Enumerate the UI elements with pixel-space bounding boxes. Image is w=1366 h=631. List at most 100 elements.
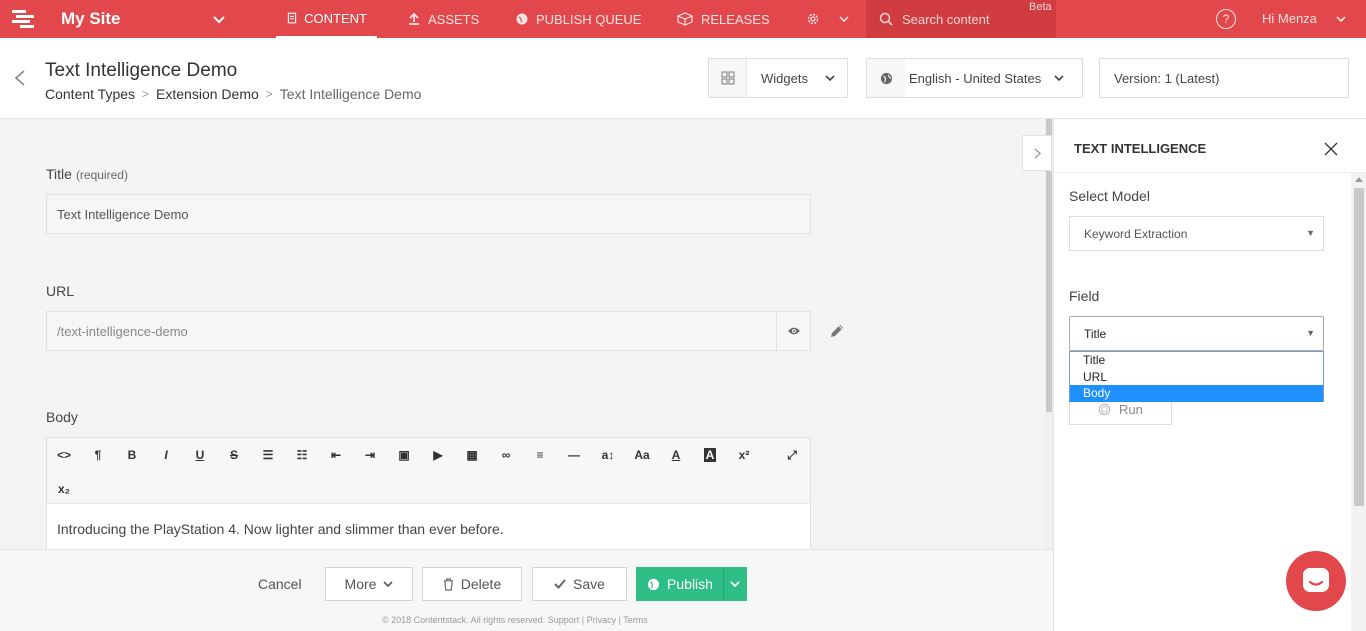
entry-form: Title (required) Text Intelligence Demo U… xyxy=(0,119,1045,549)
background-color-icon[interactable]: A xyxy=(697,444,723,466)
cancel-button[interactable]: Cancel xyxy=(258,576,302,592)
image-icon[interactable]: ▣ xyxy=(391,444,417,466)
superscript-icon[interactable]: x² xyxy=(731,444,757,466)
document-icon xyxy=(287,12,297,24)
delete-label: Delete xyxy=(460,576,502,592)
panel-scrollbar[interactable] xyxy=(1351,173,1366,631)
breadcrumb-separator: > xyxy=(265,87,273,101)
delete-button[interactable]: Delete xyxy=(422,567,522,601)
title-input[interactable]: Text Intelligence Demo xyxy=(46,194,811,234)
search-input[interactable]: Search content xyxy=(866,0,1056,38)
url-field-label: URL xyxy=(46,283,75,299)
bullet-list-icon[interactable]: ☰ xyxy=(255,444,281,466)
widgets-dropdown[interactable]: Widgets xyxy=(708,58,848,98)
strikethrough-icon[interactable]: S xyxy=(221,444,247,466)
align-icon[interactable]: ≡ xyxy=(527,444,553,466)
pencil-icon[interactable] xyxy=(828,322,846,340)
option-title[interactable]: Title xyxy=(1070,352,1323,369)
code-view-icon[interactable]: <> xyxy=(51,444,77,466)
nav-releases[interactable]: RELEASES xyxy=(676,0,770,38)
body-field-label: Body xyxy=(46,409,78,425)
panel-title: TEXT INTELLIGENCE xyxy=(1074,141,1207,156)
bold-icon[interactable]: B xyxy=(119,444,145,466)
version-selector[interactable]: Version: 1 (Latest) xyxy=(1099,58,1349,98)
numbered-list-icon[interactable]: ☷ xyxy=(289,444,315,466)
model-select[interactable]: Keyword Extraction ▼ xyxy=(1069,216,1324,251)
outdent-icon[interactable]: ⇤ xyxy=(323,444,349,466)
site-name[interactable]: My Site xyxy=(61,9,121,29)
breadcrumb-extension-demo[interactable]: Extension Demo xyxy=(156,86,259,102)
footer-actions: Cancel More Delete Save Publish © 2018 C… xyxy=(0,549,1053,631)
font-size-icon[interactable]: Aa xyxy=(629,444,655,466)
font-color-icon[interactable]: A xyxy=(663,444,689,466)
help-icon[interactable]: ? xyxy=(1216,9,1236,29)
nav-assets[interactable]: ASSETS xyxy=(407,0,479,38)
main-scrollbar[interactable] xyxy=(1045,119,1053,549)
rte-body[interactable]: Introducing the PlayStation 4. Now light… xyxy=(47,504,810,549)
settings-menu[interactable] xyxy=(806,0,851,38)
close-icon[interactable] xyxy=(1323,141,1339,157)
chevron-down-icon xyxy=(730,581,740,588)
more-button[interactable]: More xyxy=(325,567,413,601)
entry-header: Text Intelligence Demo Content Types > E… xyxy=(0,38,1366,119)
field-options-list: Title URL Body xyxy=(1069,351,1324,402)
scroll-up-icon[interactable] xyxy=(1355,176,1363,182)
select-model-label: Select Model xyxy=(1069,188,1150,204)
publish-button[interactable]: Publish xyxy=(636,567,724,601)
run-label: Run xyxy=(1119,401,1143,417)
chevron-down-icon xyxy=(1054,75,1064,82)
nav-publish-queue-label: PUBLISH QUEUE xyxy=(536,11,642,27)
chat-support-button[interactable] xyxy=(1286,551,1346,611)
scrollbar-thumb[interactable] xyxy=(1354,188,1364,506)
link-icon[interactable]: ∞ xyxy=(493,444,519,466)
italic-icon[interactable]: I xyxy=(153,444,179,466)
rich-text-editor: <> ¶ B I U S ☰ ☷ ⇤ ⇥ ▣ ▶ ▦ ∞ ≡ — a↕ Aa A… xyxy=(46,437,811,549)
contentstack-logo[interactable] xyxy=(10,8,38,30)
breadcrumb: Content Types > Extension Demo > Text In… xyxy=(45,86,421,102)
field-label: Field xyxy=(1069,288,1100,304)
publish-options-button[interactable] xyxy=(723,567,747,601)
option-body[interactable]: Body xyxy=(1070,385,1323,402)
eye-icon[interactable] xyxy=(776,311,811,351)
indent-icon[interactable]: ⇥ xyxy=(357,444,383,466)
field-select-value: Title xyxy=(1084,327,1107,341)
globe-icon xyxy=(647,578,660,590)
horizontal-rule-icon[interactable]: — xyxy=(561,444,587,466)
fullscreen-icon[interactable]: ⤢ xyxy=(779,444,805,466)
chevron-down-icon[interactable] xyxy=(212,12,226,26)
check-icon xyxy=(554,579,566,589)
breadcrumb-separator: > xyxy=(142,87,150,101)
underline-icon[interactable]: U xyxy=(187,444,213,466)
save-button[interactable]: Save xyxy=(532,567,627,601)
breadcrumb-content-types[interactable]: Content Types xyxy=(45,86,135,102)
field-select[interactable]: Title ▼ xyxy=(1069,316,1324,351)
rte-toolbar: <> ¶ B I U S ☰ ☷ ⇤ ⇥ ▣ ▶ ▦ ∞ ≡ — a↕ Aa A… xyxy=(47,438,810,504)
search-icon xyxy=(879,12,893,26)
collapse-panel-button[interactable] xyxy=(1022,135,1052,171)
breadcrumb-current: Text Intelligence Demo xyxy=(279,86,422,102)
option-url[interactable]: URL xyxy=(1070,369,1323,386)
beta-badge: Beta xyxy=(1029,1,1052,13)
required-marker: (required) xyxy=(75,168,128,182)
table-icon[interactable]: ▦ xyxy=(459,444,485,466)
nav-publish-queue[interactable]: PUBLISH QUEUE xyxy=(515,0,641,38)
locale-dropdown[interactable]: English - United States xyxy=(866,58,1083,98)
chevron-down-icon xyxy=(839,16,849,23)
chevron-down-icon xyxy=(825,75,835,82)
copyright-text: © 2018 Contentstack. All rights reserved… xyxy=(382,615,648,625)
line-height-icon[interactable]: a↕ xyxy=(595,444,621,466)
nav-content[interactable]: CONTENT xyxy=(276,0,377,38)
url-input[interactable]: /text-intelligence-demo xyxy=(46,311,777,351)
chevron-down-icon[interactable] xyxy=(1334,12,1348,26)
paragraph-icon[interactable]: ¶ xyxy=(85,444,111,466)
save-label: Save xyxy=(573,576,605,592)
nav-releases-label: RELEASES xyxy=(701,11,770,27)
model-select-value: Keyword Extraction xyxy=(1084,227,1188,241)
top-nav: My Site CONTENT ASSETS PUBLISH QUEUE REL… xyxy=(0,0,1366,38)
panel-header: TEXT INTELLIGENCE xyxy=(1054,119,1366,173)
back-arrow-icon[interactable] xyxy=(13,69,27,87)
user-menu[interactable]: Hi Menza xyxy=(1262,11,1317,26)
subscript-icon[interactable]: x₂ xyxy=(51,478,77,500)
video-icon[interactable]: ▶ xyxy=(425,444,451,466)
box-icon xyxy=(676,12,694,26)
